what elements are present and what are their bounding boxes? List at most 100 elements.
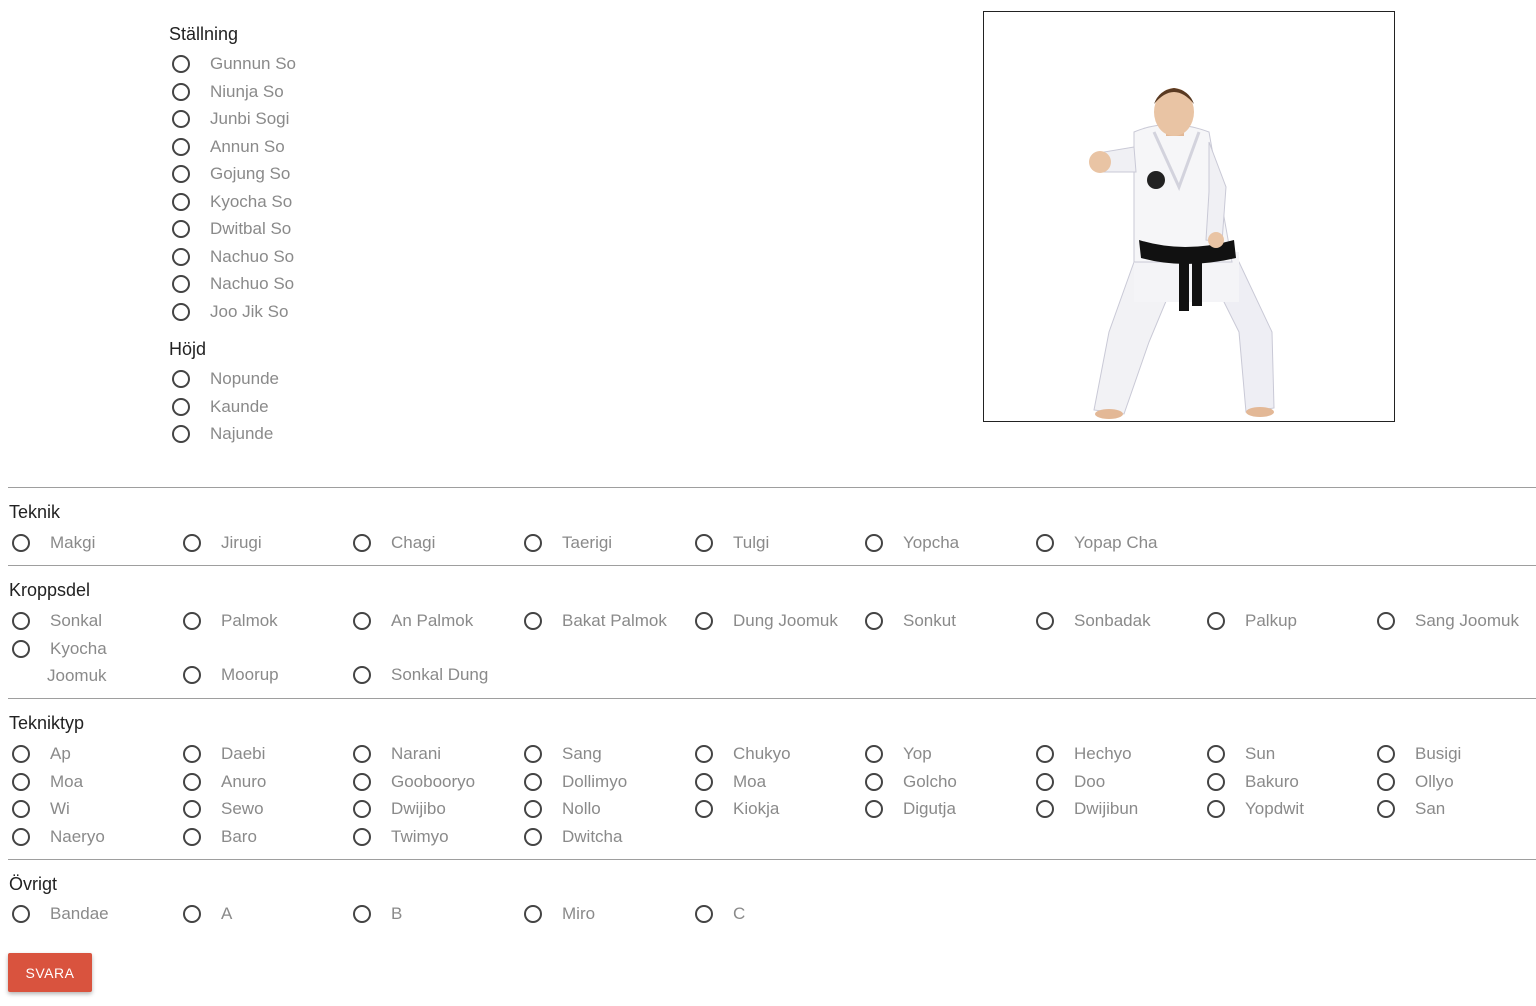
radio-button[interactable] <box>12 905 30 923</box>
radio-button[interactable] <box>695 745 713 763</box>
radio-option[interactable]: Dung Joomuk <box>695 609 838 633</box>
radio-option[interactable]: Ap <box>12 742 71 766</box>
radio-option[interactable]: Moorup <box>183 663 279 687</box>
radio-option[interactable]: Palkup <box>1207 609 1297 633</box>
radio-option[interactable]: Makgi <box>12 531 95 555</box>
radio-option[interactable]: Doo <box>1036 770 1105 794</box>
radio-button[interactable] <box>353 827 371 846</box>
radio-button[interactable] <box>172 425 190 443</box>
radio-option[interactable]: Nopunde <box>172 367 279 391</box>
radio-option[interactable]: Kyocha So <box>172 190 292 214</box>
radio-button[interactable] <box>172 55 190 73</box>
radio-button[interactable] <box>183 534 201 552</box>
radio-option[interactable]: Bakuro <box>1207 770 1299 794</box>
radio-button[interactable] <box>183 745 201 763</box>
radio-button[interactable] <box>865 772 883 791</box>
radio-option[interactable]: Niunja So <box>172 80 284 104</box>
radio-button[interactable] <box>12 827 30 846</box>
radio-option[interactable]: Sonkal <box>12 609 102 633</box>
radio-option[interactable]: Wi <box>12 797 70 821</box>
radio-option[interactable]: Gunnun So <box>172 52 296 76</box>
svara-button[interactable]: SVARA <box>8 953 92 992</box>
radio-button[interactable] <box>183 772 201 791</box>
radio-option[interactable]: Moa <box>695 770 766 794</box>
radio-option[interactable]: Joo Jik So <box>172 300 288 324</box>
radio-button[interactable] <box>1207 800 1225 818</box>
radio-button[interactable] <box>172 247 190 266</box>
radio-button[interactable] <box>183 905 201 923</box>
radio-button[interactable] <box>172 370 190 388</box>
radio-button[interactable] <box>12 612 30 630</box>
radio-button[interactable] <box>183 827 201 846</box>
radio-option[interactable]: Taerigi <box>524 531 612 555</box>
radio-option[interactable]: Digutja <box>865 797 956 821</box>
radio-option[interactable]: Tulgi <box>695 531 769 555</box>
radio-button[interactable] <box>524 745 542 763</box>
radio-option[interactable]: Dwijibo <box>353 797 446 821</box>
radio-option[interactable]: Yopcha <box>865 531 959 555</box>
radio-option[interactable]: A <box>183 902 232 926</box>
radio-button[interactable] <box>353 905 371 923</box>
radio-button[interactable] <box>865 612 883 630</box>
radio-option[interactable]: Twimyo <box>353 825 449 849</box>
radio-button[interactable] <box>172 275 190 293</box>
radio-button[interactable] <box>353 612 371 630</box>
radio-button[interactable] <box>524 800 542 818</box>
radio-button[interactable] <box>1036 534 1054 552</box>
radio-button[interactable] <box>1377 612 1395 630</box>
radio-button[interactable] <box>353 745 371 763</box>
radio-option[interactable]: Bakat Palmok <box>524 609 667 633</box>
radio-option[interactable]: Kiokja <box>695 797 779 821</box>
radio-option[interactable]: Miro <box>524 902 595 926</box>
radio-button[interactable] <box>12 640 30 658</box>
radio-button[interactable] <box>353 534 371 552</box>
radio-option[interactable]: Najunde <box>172 422 273 446</box>
radio-button[interactable] <box>1377 745 1395 763</box>
radio-button[interactable] <box>1036 745 1054 763</box>
radio-button[interactable] <box>524 534 542 552</box>
radio-option[interactable]: B <box>353 902 402 926</box>
radio-button[interactable] <box>183 800 201 818</box>
radio-button[interactable] <box>524 612 542 630</box>
radio-option[interactable]: Hechyo <box>1036 742 1132 766</box>
radio-option[interactable]: Busigi <box>1377 742 1461 766</box>
radio-option[interactable]: Dollimyo <box>524 770 627 794</box>
radio-option[interactable]: Nachuo So <box>172 245 294 269</box>
radio-button[interactable] <box>172 165 190 183</box>
radio-option[interactable]: Narani <box>353 742 441 766</box>
radio-button[interactable] <box>1377 800 1395 818</box>
radio-option[interactable]: Annun So <box>172 135 285 159</box>
radio-option[interactable]: Bandae <box>12 902 109 926</box>
radio-button[interactable] <box>1036 612 1054 630</box>
radio-option[interactable]: Nollo <box>524 797 601 821</box>
radio-button[interactable] <box>353 800 371 818</box>
radio-button[interactable] <box>695 534 713 552</box>
radio-button[interactable] <box>865 745 883 763</box>
radio-button[interactable] <box>865 534 883 552</box>
radio-option[interactable]: Daebi <box>183 742 265 766</box>
radio-option[interactable]: An Palmok <box>353 609 473 633</box>
radio-button[interactable] <box>12 772 30 791</box>
radio-button[interactable] <box>172 220 190 238</box>
radio-option[interactable]: Yopdwit <box>1207 797 1304 821</box>
radio-button[interactable] <box>353 772 371 791</box>
radio-option[interactable]: Sonkut <box>865 609 956 633</box>
radio-button[interactable] <box>865 800 883 818</box>
radio-option[interactable]: Yop <box>865 742 932 766</box>
radio-button[interactable] <box>12 745 30 763</box>
radio-button[interactable] <box>1036 772 1054 791</box>
radio-option[interactable]: Junbi Sogi <box>172 107 289 131</box>
radio-option[interactable]: Chukyo <box>695 742 791 766</box>
radio-button[interactable] <box>1207 772 1225 791</box>
radio-option[interactable]: Sang Joomuk <box>1377 609 1519 633</box>
radio-button[interactable] <box>172 110 190 128</box>
radio-button[interactable] <box>353 666 371 684</box>
radio-option[interactable]: Chagi <box>353 531 435 555</box>
radio-button[interactable] <box>12 800 30 818</box>
radio-option[interactable]: Sang <box>524 742 602 766</box>
radio-button[interactable] <box>524 827 542 846</box>
radio-button[interactable] <box>695 800 713 818</box>
radio-button[interactable] <box>172 192 190 211</box>
radio-option[interactable]: Golcho <box>865 770 957 794</box>
radio-button[interactable] <box>172 137 190 156</box>
